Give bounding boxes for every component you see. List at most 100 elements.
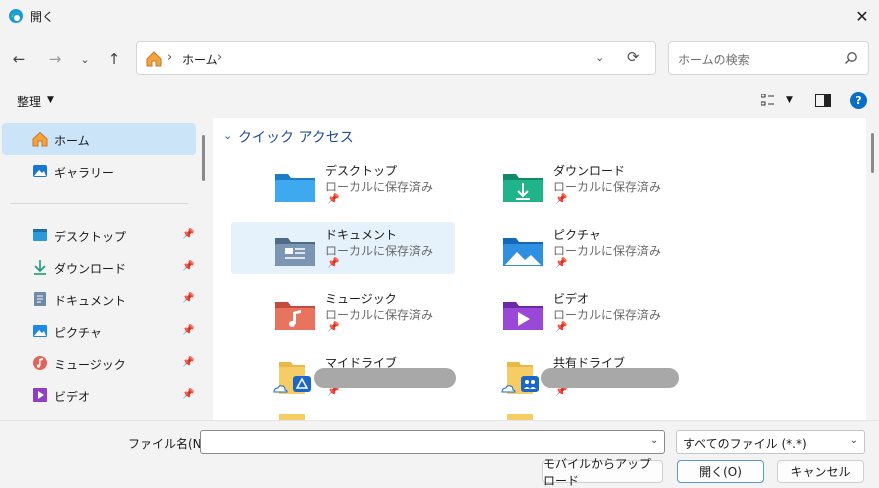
chevron-down-icon: ⌄ — [80, 52, 90, 66]
pictures-folder-icon — [503, 238, 543, 266]
pin-icon: 📌 — [182, 293, 195, 304]
up-button[interactable]: ↑ — [103, 48, 125, 70]
pin-icon: 📌 — [555, 194, 568, 205]
chevron-down-icon[interactable]: ⌄ — [223, 129, 232, 142]
quick-access-item-music[interactable]: ミュージック ローカルに保存済み 📌 — [231, 286, 455, 338]
section-title-quick-access[interactable]: クイック アクセス — [238, 127, 354, 147]
item-status: ローカルに保存済み — [553, 244, 662, 258]
sidebar-item-desktop[interactable]: デスクトップ 📌 — [2, 219, 196, 251]
filename-label: ファイル名(N): — [128, 437, 211, 451]
navigation-bar: ← → ⌄ ↑ › ホーム › ⌄ ⟳ ホームの検索 — [0, 32, 879, 86]
breadcrumb-home[interactable]: ホーム — [182, 51, 218, 68]
recent-locations-button[interactable]: ⌄ — [74, 48, 96, 70]
videos-folder-icon — [503, 302, 543, 330]
sidebar-item-documents[interactable]: ドキュメント 📌 — [2, 283, 196, 315]
pin-icon: 📌 — [555, 258, 568, 269]
music-folder-icon — [275, 302, 315, 330]
pin-icon: 📌 — [555, 322, 568, 333]
pictures-icon — [33, 325, 47, 337]
view-options-icon[interactable] — [761, 94, 775, 106]
pin-icon: 📌 — [182, 261, 195, 272]
item-status: ローカルに保存済み — [325, 180, 434, 194]
file-list-scrollbar[interactable] — [871, 133, 874, 173]
item-status: ローカルに保存済み — [553, 180, 662, 194]
sidebar-item-home[interactable]: ホーム — [2, 123, 196, 155]
desktop-folder-icon — [275, 174, 315, 202]
documents-folder-icon — [275, 238, 315, 266]
home-icon — [32, 131, 48, 147]
sidebar-item-gallery[interactable]: ギャラリー — [2, 155, 196, 187]
sidebar-item-downloads[interactable]: ダウンロード 📌 — [2, 251, 196, 283]
sidebar-item-music[interactable]: ミュージック 📌 — [2, 347, 196, 379]
refresh-icon[interactable]: ⟳ — [627, 48, 640, 66]
sidebar-item-label: ダウンロード — [54, 262, 127, 276]
forward-button[interactable]: → — [44, 48, 66, 70]
upload-from-mobile-button[interactable]: モバイルからアップロード — [542, 457, 663, 488]
address-history-icon[interactable]: ⌄ — [595, 51, 604, 64]
item-name: ビデオ — [553, 292, 590, 306]
home-icon — [146, 51, 162, 67]
item-name: デスクトップ — [325, 164, 398, 178]
caret-down-icon[interactable]: ▼ — [786, 95, 793, 105]
pin-icon: 📌 — [182, 357, 195, 368]
item-name: ドキュメント — [325, 228, 398, 242]
quick-access-item-videos[interactable]: ビデオ ローカルに保存済み 📌 — [459, 286, 683, 338]
close-icon: ✕ — [855, 6, 869, 26]
music-icon — [33, 356, 47, 370]
pin-icon: 📌 — [327, 258, 340, 269]
quick-access-item-desktop[interactable]: デスクトップ ローカルに保存済み 📌 — [231, 158, 455, 210]
up-arrow-icon: ↑ — [107, 50, 121, 68]
item-status: ローカルに保存済み — [325, 244, 434, 258]
organize-button[interactable]: 整理 — [17, 93, 41, 110]
sidebar-item-label: ミュージック — [54, 358, 126, 372]
redacted-text — [314, 368, 456, 388]
title-bar: 開く ✕ — [0, 0, 879, 32]
file-type-select[interactable]: すべてのファイル (*.*) ⌄ — [676, 430, 865, 454]
cancel-button[interactable]: キャンセル — [777, 460, 864, 483]
item-name: ピクチャ — [553, 228, 601, 242]
downloads-folder-icon — [503, 174, 543, 202]
sidebar-item-videos[interactable]: ビデオ 📌 — [2, 379, 196, 411]
shared-drive-folder-icon — [501, 362, 539, 394]
item-name: ミュージック — [325, 292, 397, 306]
breadcrumb-separator-icon[interactable]: › — [217, 50, 222, 65]
search-placeholder: ホームの検索 — [678, 53, 750, 67]
quick-access-item-downloads[interactable]: ダウンロード ローカルに保存済み 📌 — [459, 158, 683, 210]
sidebar-divider — [10, 203, 188, 204]
sidebar-scrollbar[interactable] — [202, 135, 205, 181]
open-button[interactable]: 開く(O) — [677, 460, 764, 483]
quick-access-item-documents[interactable]: ドキュメント ローカルに保存済み 📌 — [231, 222, 455, 274]
gallery-icon — [33, 165, 47, 177]
search-icon[interactable] — [844, 51, 858, 65]
sidebar-item-label: ピクチャ — [54, 326, 102, 340]
file-type-value: すべてのファイル (*.*) — [683, 437, 807, 451]
desktop-icon — [33, 229, 47, 241]
edge-browser-icon — [9, 9, 23, 23]
help-icon[interactable]: ? — [850, 92, 867, 109]
search-input[interactable]: ホームの検索 — [668, 41, 869, 75]
command-bar: 整理 ▼ ▼ ? — [0, 86, 879, 116]
item-status: ローカルに保存済み — [325, 308, 434, 322]
sidebar-item-label: ギャラリー — [54, 166, 115, 180]
google-drive-folder-icon — [273, 362, 311, 394]
back-button[interactable]: ← — [8, 48, 30, 70]
address-bar[interactable]: › ホーム › ⌄ ⟳ — [136, 41, 656, 75]
filename-field[interactable] — [200, 430, 665, 454]
forward-arrow-icon: → — [48, 50, 62, 68]
chevron-down-icon[interactable]: ⌄ — [650, 435, 658, 446]
navigation-pane: ホーム ギャラリー デスクトップ 📌 ダウンロード 📌 ドキュメント 📌 ピクチ… — [0, 118, 199, 420]
caret-down-icon[interactable]: ▼ — [47, 95, 54, 105]
sidebar-item-pictures[interactable]: ピクチャ 📌 — [2, 315, 196, 347]
pin-icon: 📌 — [182, 325, 195, 336]
preview-pane-icon[interactable] — [815, 94, 831, 107]
breadcrumb-separator-icon[interactable]: › — [167, 50, 172, 65]
pin-icon: 📌 — [182, 389, 195, 400]
sidebar-item-label: ビデオ — [54, 390, 91, 404]
close-button[interactable]: ✕ — [845, 0, 879, 32]
redacted-text — [541, 368, 679, 388]
quick-access-item-pictures[interactable]: ピクチャ ローカルに保存済み 📌 — [459, 222, 683, 274]
pin-icon: 📌 — [182, 229, 195, 240]
back-arrow-icon: ← — [12, 50, 26, 68]
dialog-footer: ファイル名(N): ⌄ すべてのファイル (*.*) ⌄ モバイルからアップロー… — [0, 420, 879, 488]
window-title: 開く — [30, 10, 55, 24]
